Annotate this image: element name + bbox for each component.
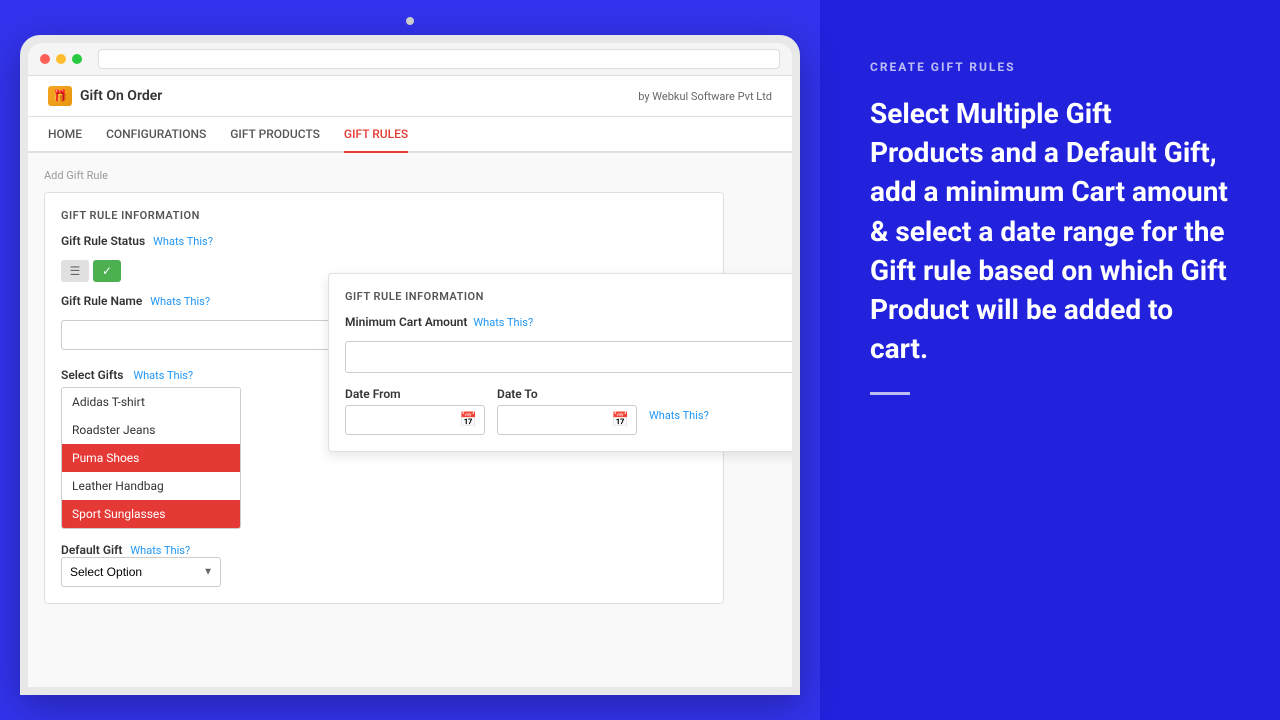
camera-dot [406,17,414,25]
second-section-title: GIFT RULE INFORMATION [345,290,792,303]
nav-gift-products[interactable]: GIFT PRODUCTS [230,117,320,153]
date-whats-this[interactable]: Whats This? [649,409,709,422]
app-header: 🎁 Gift On Order by Webkul Software Pvt L… [28,76,792,117]
second-gift-rule-card: GIFT RULE INFORMATION Minimum Cart Amoun… [328,273,792,452]
date-to-calendar-icon[interactable]: 📅 [612,412,629,428]
close-dot [40,54,50,64]
gift-rule-status-whats-this[interactable]: Whats This? [153,235,213,248]
gift-rule-status-label: Gift Rule Status [61,234,145,248]
date-to-label: Date To [497,387,637,401]
list-toggle-btn[interactable]: ☰ [61,260,89,282]
check-toggle-btn[interactable]: ✓ [93,260,121,282]
create-rules-label: CREATE GIFT RULES [870,60,1230,74]
date-row: Date From 📅 Date To 📅 [345,387,792,435]
left-panel: 🎁 Gift On Order by Webkul Software Pvt L… [0,0,820,720]
laptop-mockup: 🎁 Gift On Order by Webkul Software Pvt L… [20,35,800,695]
main-content: Add Gift Rule GIFT RULE INFORMATION Gift… [28,153,792,687]
min-cart-label: Minimum Cart Amount [345,315,467,329]
logo-emoji: 🎁 [53,89,68,103]
app-nav: HOME CONFIGURATIONS GIFT PRODUCTS GIFT R… [28,117,792,153]
gift-rule-name-whats-this[interactable]: Whats This? [150,295,210,308]
divider-line [870,392,910,395]
browser-chrome [28,43,792,76]
default-gift-row: Default Gift Whats This? [61,543,707,557]
app-content: 🎁 Gift On Order by Webkul Software Pvt L… [28,76,792,687]
right-panel: CREATE GIFT RULES Select Multiple Gift P… [820,0,1280,720]
gift-option-sport[interactable]: Sport Sunglasses [62,500,240,528]
date-from-group: Date From 📅 [345,387,485,435]
gift-option-adidas[interactable]: Adidas T-shirt [62,388,240,416]
min-cart-row: Minimum Cart Amount Whats This? [345,315,792,329]
address-bar [98,49,780,69]
minimize-dot [56,54,66,64]
date-from-label: Date From [345,387,485,401]
default-gift-select-wrapper: Select Option ▼ [61,557,221,587]
default-gift-whats-this[interactable]: Whats This? [130,544,190,557]
default-gift-select[interactable]: Select Option [61,557,221,587]
gift-option-roadster[interactable]: Roadster Jeans [62,416,240,444]
gift-option-puma[interactable]: Puma Shoes [62,444,240,472]
date-from-wrapper: 📅 [345,405,485,435]
gift-dropdown: Adidas T-shirt Roadster Jeans Puma Shoes… [61,387,241,529]
app-name: Gift On Order [80,88,162,104]
gift-option-leather[interactable]: Leather Handbag [62,472,240,500]
default-gift-label: Default Gift [61,543,122,557]
breadcrumb: Add Gift Rule [44,169,776,182]
gift-rule-name-label: Gift Rule Name [61,294,142,308]
app-logo: 🎁 Gift On Order [48,86,162,106]
create-rules-description: Select Multiple Gift Products and a Defa… [870,94,1230,368]
min-cart-input[interactable] [345,341,792,373]
date-from-calendar-icon[interactable]: 📅 [460,412,477,428]
section-title: GIFT RULE INFORMATION [61,209,707,222]
gift-rule-status-row: Gift Rule Status Whats This? [61,234,707,248]
maximize-dot [72,54,82,64]
nav-gift-rules[interactable]: GIFT RULES [344,117,408,153]
date-to-group: Date To 📅 [497,387,637,435]
min-cart-whats-this[interactable]: Whats This? [473,316,533,329]
laptop-screen: 🎁 Gift On Order by Webkul Software Pvt L… [28,43,792,687]
date-to-wrapper: 📅 [497,405,637,435]
logo-icon: 🎁 [48,86,72,106]
select-gifts-label: Select Gifts [61,368,123,382]
select-gifts-whats-this[interactable]: Whats This? [133,369,193,382]
nav-home[interactable]: HOME [48,117,82,153]
app-tagline: by Webkul Software Pvt Ltd [638,90,772,103]
nav-configurations[interactable]: CONFIGURATIONS [106,117,206,153]
